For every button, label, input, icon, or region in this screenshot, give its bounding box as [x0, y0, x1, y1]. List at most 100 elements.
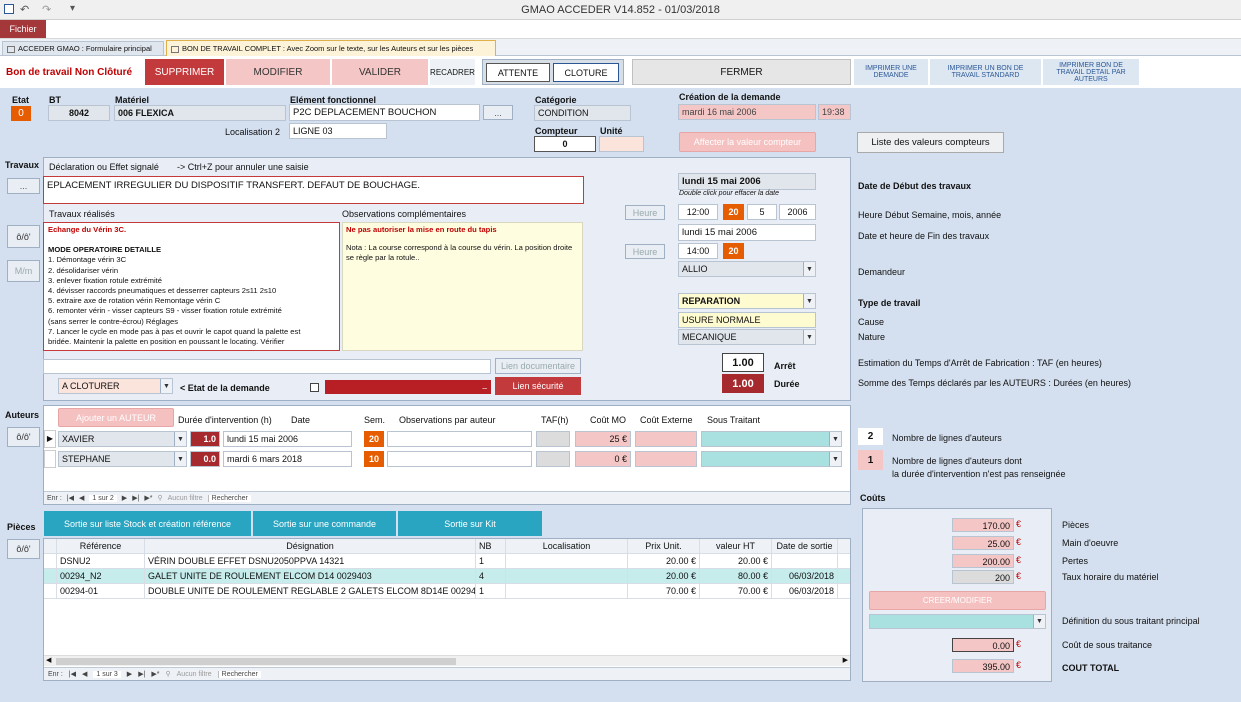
nav-last-icon[interactable]: ▶| [138, 670, 145, 678]
cloture-button[interactable]: CLOTURE [553, 63, 619, 82]
type-select[interactable]: REPARATION ▼ [678, 293, 816, 309]
categorie-field[interactable]: CONDITION [534, 105, 631, 121]
nature-select[interactable]: MECANIQUE ▼ [678, 329, 816, 345]
heure-fin-button[interactable]: Heure [625, 244, 665, 259]
debut-mois-field[interactable]: 5 [747, 204, 777, 220]
supprimer-button[interactable]: SUPPRIMER [145, 59, 224, 85]
sortie-stock-button[interactable]: Sortie sur liste Stock et création référ… [44, 511, 251, 536]
scroll-right-icon[interactable]: ▶ [843, 656, 848, 664]
auteur-nom-select[interactable]: STEPHANE ▼ [58, 451, 187, 467]
cause-field[interactable]: USURE NORMALE [678, 312, 816, 328]
nav-prev-icon[interactable]: ◀ [82, 670, 87, 678]
nav-prev-icon[interactable]: ◀ [79, 494, 84, 502]
table-row[interactable]: 00294_N2 GALET UNITE DE ROULEMENT ELCOM … [44, 569, 850, 584]
realises-field[interactable]: Echange du Vérin 3C. MODE OPERATOIRE DET… [43, 222, 340, 351]
travaux-zoom-detail-button[interactable]: ô/ô' [7, 225, 40, 248]
lien-field[interactable] [43, 359, 491, 374]
auteur-taf-field[interactable] [536, 451, 570, 467]
declaration-field[interactable]: EPLACEMENT IRREGULIER DU DISPOSITIF TRAN… [43, 176, 584, 204]
auteur-date-field[interactable]: lundi 15 mai 2006 [223, 431, 352, 447]
debut-semaine-field[interactable]: 20 [723, 204, 744, 220]
nav-filter[interactable]: Aucun filtre [168, 495, 203, 502]
nav-filter[interactable]: Aucun filtre [177, 671, 212, 678]
nav-next-icon[interactable]: ▶ [122, 494, 127, 502]
creer-modifier-button[interactable]: CREER/MODIFIER [869, 591, 1046, 610]
fermer-button[interactable]: FERMER [632, 59, 851, 85]
imprimer-standard-button[interactable]: IMPRIMER UN BON DE TRAVAIL STANDARD [930, 59, 1041, 85]
materiel-field[interactable]: 006 FLEXICA [114, 105, 286, 121]
row-selector[interactable] [44, 450, 56, 468]
nav-first-icon[interactable]: |◀ [69, 670, 76, 678]
debut-heure-field[interactable]: 12:00 [678, 204, 718, 220]
debut-date-field[interactable]: lundi 15 mai 2006 [678, 173, 816, 190]
ajouter-auteur-button[interactable]: Ajouter un AUTEUR [58, 408, 174, 427]
auteur-cout-ext-field[interactable] [635, 451, 697, 467]
recadrer-button[interactable]: RECADRER [430, 59, 475, 85]
fin-date-field[interactable]: lundi 15 mai 2006 [678, 224, 816, 241]
affecter-compteur-button[interactable]: Affecter la valeur compteur [679, 132, 816, 152]
imprimer-demande-button[interactable]: IMPRIMER UNE DEMANDE [854, 59, 928, 85]
horizontal-scrollbar[interactable]: ◀ ▶ [44, 655, 850, 666]
localisation-field[interactable]: LIGNE 03 [289, 123, 387, 139]
travaux-zoom-button[interactable]: ... [7, 178, 40, 194]
debut-annee-field[interactable]: 2006 [779, 204, 816, 220]
sous-traitant-select[interactable]: ▼ [869, 614, 1046, 629]
auteur-sem-field[interactable]: 10 [364, 451, 384, 467]
auteur-obs-field[interactable] [387, 451, 532, 467]
auteur-obs-field[interactable] [387, 431, 532, 447]
auteur-sous-traitant-select[interactable]: ▼ [701, 451, 842, 467]
attente-button[interactable]: ATTENTE [486, 63, 550, 82]
creation-date-field[interactable]: mardi 16 mai 2006 [678, 104, 816, 120]
nav-first-icon[interactable]: |◀ [67, 494, 74, 502]
securite-checkbox[interactable] [310, 383, 319, 392]
demandeur-select[interactable]: ALLIO ▼ [678, 261, 816, 277]
heure-debut-button[interactable]: Heure [625, 205, 665, 220]
auteur-cout-ext-field[interactable] [635, 431, 697, 447]
sortie-kit-button[interactable]: Sortie sur Kit [398, 511, 542, 536]
element-field[interactable]: P2C DEPLACEMENT BOUCHON [289, 104, 480, 121]
arret-field[interactable]: 1.00 [722, 353, 764, 372]
auteur-nom-select[interactable]: XAVIER ▼ [58, 431, 187, 447]
tab-formulaire-principal[interactable]: ACCEDER GMAO : Formulaire principal [2, 41, 164, 56]
bt-field[interactable]: 8042 [48, 105, 110, 121]
auteur-sous-traitant-select[interactable]: ▼ [701, 431, 842, 447]
auteur-taf-field[interactable] [536, 431, 570, 447]
table-row[interactable]: DSNU2 VÉRIN DOUBLE EFFET DSNU2050PPVA 14… [44, 554, 850, 569]
nav-new-icon[interactable]: ▶* [151, 670, 159, 678]
unite-field[interactable] [599, 136, 644, 152]
imprimer-auteurs-button[interactable]: IMPRIMER BON DE TRAVAIL DETAIL PAR AUTEU… [1043, 59, 1139, 85]
nav-position[interactable]: 1 sur 3 [93, 670, 121, 678]
fin-semaine-field[interactable]: 20 [723, 243, 744, 259]
nav-next-icon[interactable]: ▶ [127, 670, 132, 678]
compteur-field[interactable]: 0 [534, 136, 596, 152]
auteur-duree-field[interactable]: 0.0 [190, 451, 220, 467]
liste-compteurs-button[interactable]: Liste des valeurs compteurs [857, 132, 1004, 153]
auteurs-zoom-button[interactable]: ô/ô' [7, 427, 40, 447]
nav-last-icon[interactable]: ▶| [132, 494, 139, 502]
creation-time-field[interactable]: 19:38 [818, 104, 851, 120]
nav-position[interactable]: 1 sur 2 [89, 494, 117, 502]
valider-button[interactable]: VALIDER [332, 59, 428, 85]
etat-demande-select[interactable]: A CLOTURER ▼ [58, 378, 173, 394]
scroll-thumb[interactable] [56, 658, 456, 665]
nav-search[interactable]: Rechercher [217, 670, 261, 678]
file-tab[interactable]: Fichier [0, 20, 46, 38]
fin-heure-field[interactable]: 14:00 [678, 243, 718, 259]
element-picker-button[interactable]: ... [483, 105, 513, 120]
nav-search[interactable]: Rechercher [207, 494, 251, 502]
auteur-date-field[interactable]: mardi 6 mars 2018 [223, 451, 352, 467]
auteur-sem-field[interactable]: 20 [364, 431, 384, 447]
modifier-button[interactable]: MODIFIER [226, 59, 330, 85]
lien-documentaire-button[interactable]: Lien documentaire [495, 358, 581, 374]
tab-bon-de-travail[interactable]: BON DE TRAVAIL COMPLET : Avec Zoom sur l… [166, 40, 496, 56]
travaux-mm-button[interactable]: M/m [7, 260, 40, 282]
pieces-zoom-button[interactable]: ô/ô' [7, 539, 40, 559]
nav-new-icon[interactable]: ▶* [144, 494, 152, 502]
lien-securite-button[interactable]: Lien sécurité [495, 377, 581, 395]
observations-field[interactable]: Ne pas autoriser la mise en route du tap… [342, 222, 583, 351]
table-row[interactable]: 00294-01 DOUBLE UNITE DE ROULEMENT REGLA… [44, 584, 850, 599]
row-selector-icon[interactable]: ▶ [44, 430, 56, 448]
scroll-left-icon[interactable]: ◀ [46, 656, 51, 664]
sortie-commande-button[interactable]: Sortie sur une commande [253, 511, 396, 536]
auteur-duree-field[interactable]: 1.0 [190, 431, 220, 447]
